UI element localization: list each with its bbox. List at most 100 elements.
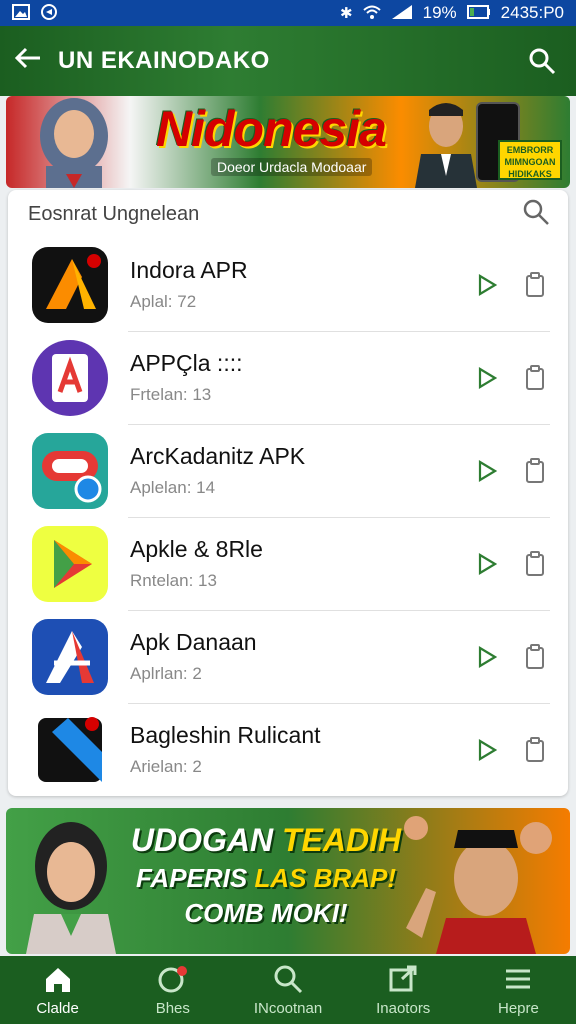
- nav-item-home[interactable]: Clalde: [0, 956, 115, 1024]
- item-text: Bagleshin Rulicant Arielan: 2: [108, 722, 474, 777]
- clipboard-icon[interactable]: [522, 457, 548, 485]
- list-item[interactable]: Bagleshin Rulicant Arielan: 2: [8, 703, 568, 796]
- app-list: Indora APR Aplal: 72 APPÇla :::: Frtelan…: [8, 238, 568, 796]
- bottom-navigation: Clalde Bhes INcootnan Inaotors Hepre: [0, 956, 576, 1024]
- card-header: Eosnrat Ungnelean: [8, 190, 568, 238]
- list-item[interactable]: APPÇla :::: Frtelan: 13: [8, 331, 568, 424]
- back-arrow-icon[interactable]: [14, 46, 58, 76]
- orange-triangle-logo-icon: [32, 246, 108, 323]
- play-icon[interactable]: [474, 364, 500, 392]
- clipboard-icon[interactable]: [522, 550, 548, 578]
- item-name: APPÇla ::::: [130, 350, 243, 376]
- item-name: Apkle & 8Rle: [130, 536, 263, 562]
- item-actions: [474, 736, 548, 764]
- item-meta: Aplelan: 14: [130, 478, 216, 497]
- item-text: Apk Danaan Aplrlan: 2: [108, 629, 474, 684]
- clipboard-icon[interactable]: [522, 643, 548, 671]
- item-name: ArcKadanitz APK: [130, 443, 306, 469]
- play-icon[interactable]: [474, 643, 500, 671]
- card-title: Eosnrat Ungnelean: [28, 202, 200, 225]
- list-item[interactable]: ArcKadanitz APK Aplelan: 14: [8, 424, 568, 517]
- hero-banner[interactable]: Nidonesia Doeor Urdacla Modoaar EMBRORR …: [6, 96, 570, 188]
- search-icon[interactable]: [522, 41, 562, 81]
- card-search-icon[interactable]: [522, 198, 550, 231]
- nav-item-notifications[interactable]: Bhes: [115, 956, 230, 1024]
- wifi-icon: [362, 5, 381, 22]
- woman-hijab-illustration: [24, 96, 124, 188]
- item-text: Apkle & 8Rle Rntelan: 13: [108, 536, 474, 591]
- promo-line-2a: FAPERIS: [135, 863, 248, 893]
- nav-item-share[interactable]: Inaotors: [346, 956, 461, 1024]
- clipboard-icon[interactable]: [522, 736, 548, 764]
- item-text: ArcKadanitz APK Aplelan: 14: [108, 443, 474, 498]
- blue-a-logo-icon: [32, 618, 108, 695]
- list-item[interactable]: Indora APR Aplal: 72: [8, 238, 568, 331]
- item-meta: Rntelan: 13: [130, 571, 217, 590]
- nav-item-menu[interactable]: Hepre: [461, 956, 576, 1024]
- gallery-notification-icon: [12, 3, 30, 23]
- status-bar: ✱ 19% 2435:P0: [0, 0, 576, 26]
- hero-badge: EMBRORR MIMNGOAN HIDIKAKS: [498, 140, 562, 180]
- nav-label: Bhes: [155, 999, 190, 1017]
- nav-label: Hepre: [497, 999, 539, 1017]
- nav-label: INcootnan: [253, 999, 323, 1017]
- nav-item-search[interactable]: INcootnan: [230, 956, 345, 1024]
- item-name: Bagleshin Rulicant: [130, 722, 321, 748]
- play-icon[interactable]: [474, 271, 500, 299]
- item-name: Indora APR: [130, 257, 248, 283]
- promo-line-1a: UDOGAN: [130, 822, 274, 858]
- app-bar: UN EKAINODAKO: [0, 26, 576, 96]
- promo-text: UDOGAN TEADIH FAPERIS LAS BRAP! COMB MOK…: [126, 822, 406, 929]
- battery-icon: [466, 4, 491, 22]
- promo-line-2: FAPERIS LAS BRAP!: [126, 863, 406, 894]
- circle-notification-icon: [158, 964, 188, 994]
- home-icon: [43, 964, 73, 994]
- item-actions: [474, 550, 548, 578]
- menu-icon: [504, 964, 532, 994]
- item-meta: Aplrlan: 2: [130, 664, 202, 683]
- play-icon[interactable]: [474, 457, 500, 485]
- man-suit-illustration: [411, 96, 481, 188]
- app-list-card: Eosnrat Ungnelean Indora APR Aplal: 72 A…: [8, 190, 568, 796]
- black-blue-ribbon-icon: [32, 711, 108, 788]
- hero-headline: Nidonesia: [156, 101, 387, 157]
- woman-illustration: [16, 816, 126, 954]
- list-item[interactable]: Apkle & 8Rle Rntelan: 13: [8, 517, 568, 610]
- item-actions: [474, 457, 548, 485]
- app-notification-icon: [40, 3, 58, 24]
- status-left: [12, 3, 58, 24]
- promo-banner[interactable]: UDOGAN TEADIH FAPERIS LAS BRAP! COMB MOK…: [6, 808, 570, 954]
- play-icon[interactable]: [474, 736, 500, 764]
- bluetooth-icon: ✱: [340, 4, 353, 22]
- yellow-play-triangle-icon: [32, 525, 108, 602]
- search-icon: [273, 964, 303, 994]
- promo-line-3: COMB MOKI!: [184, 898, 348, 928]
- promo-line-1: UDOGAN TEADIH: [126, 822, 406, 859]
- promo-line-1b: TEADIH: [282, 822, 402, 858]
- clipboard-icon[interactable]: [522, 271, 548, 299]
- signal-icon: [391, 4, 413, 23]
- share-box-icon: [388, 964, 418, 994]
- item-actions: [474, 364, 548, 392]
- clipboard-icon[interactable]: [522, 364, 548, 392]
- nav-label: Clalde: [36, 999, 79, 1017]
- battery-percent: 19%: [422, 3, 457, 22]
- item-text: APPÇla :::: Frtelan: 13: [108, 350, 474, 405]
- list-item[interactable]: Apk Danaan Aplrlan: 2: [8, 610, 568, 703]
- item-meta: Frtelan: 13: [130, 385, 212, 404]
- nav-label: Inaotors: [376, 999, 431, 1017]
- man-peci-illustration: [386, 808, 570, 954]
- hero-subtitle: Doeor Urdacla Modoaar: [211, 158, 373, 176]
- item-actions: [474, 643, 548, 671]
- purple-a-logo-icon: [32, 339, 108, 416]
- promo-line-2b: LAS BRAP!: [254, 863, 397, 893]
- status-right: ✱ 19% 2435:P0: [340, 3, 564, 23]
- item-meta: Arielan: 2: [130, 757, 202, 776]
- play-icon[interactable]: [474, 550, 500, 578]
- item-text: Indora APR Aplal: 72: [108, 257, 474, 312]
- item-actions: [474, 271, 548, 299]
- item-name: Apk Danaan: [130, 629, 257, 655]
- app-bar-title: UN EKAINODAKO: [58, 47, 270, 74]
- item-meta: Aplal: 72: [130, 292, 197, 311]
- clock: 2435:P0: [500, 3, 564, 22]
